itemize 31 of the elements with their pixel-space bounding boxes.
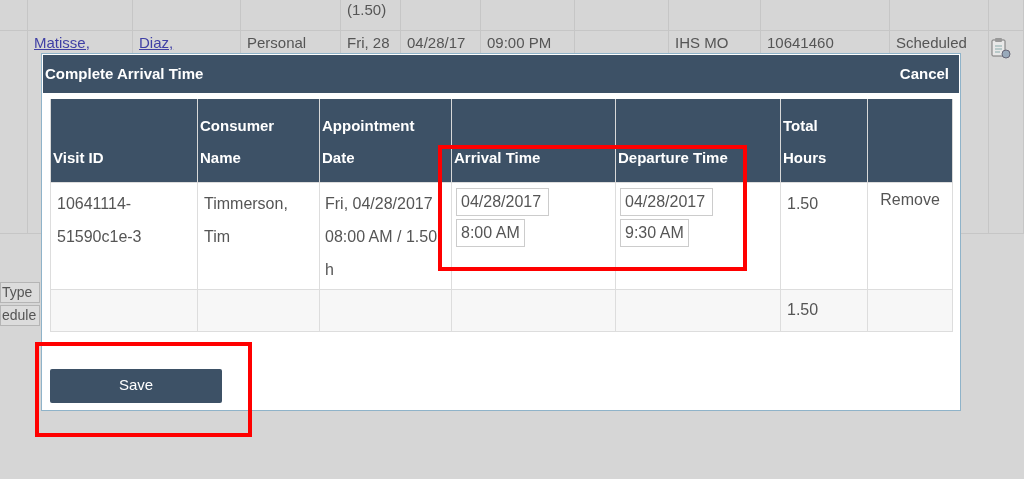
table-cell: Timmerson, Tim xyxy=(197,182,320,289)
filter-button[interactable]: Type xyxy=(0,282,40,303)
table-cell: Scheduled xyxy=(896,34,967,51)
table-cell: Fri, 04/28/2017 08:00 AM / 1.50 h xyxy=(319,182,452,289)
column-header: Consumer Name xyxy=(197,99,320,182)
total-hours: 1.50 xyxy=(787,301,819,318)
column-header: Total Hours xyxy=(780,99,868,182)
table-cell[interactable]: Matisse, xyxy=(34,34,90,51)
column-header: Departure Time xyxy=(615,99,781,182)
column-header: Arrival Time xyxy=(451,99,616,182)
column-header: Appointment Date xyxy=(319,99,452,182)
column-header: Visit ID xyxy=(50,99,198,182)
table-cell: 10641460 xyxy=(767,34,834,51)
cancel-button[interactable]: Cancel xyxy=(899,62,957,86)
text-field[interactable]: 04/28/2017 xyxy=(620,187,713,216)
table-cell[interactable]: Diaz, xyxy=(139,34,174,51)
text-field[interactable]: 8:00 AM xyxy=(456,218,525,247)
clipboard-icon[interactable] xyxy=(989,37,1011,59)
table-cell: 1.50 xyxy=(780,182,868,289)
table-cell: Fri, 28 xyxy=(347,34,390,51)
text-field[interactable]: 04/28/2017 xyxy=(456,187,549,216)
table-cell: IHS MO xyxy=(675,34,729,51)
table-cell: 09:00 PM xyxy=(487,34,552,51)
dialog-title: Complete Arrival Time xyxy=(45,63,204,84)
text-field[interactable]: 9:30 AM xyxy=(620,218,689,247)
table-cell: Personal xyxy=(247,34,307,51)
table-cell: (1.50) xyxy=(347,1,387,18)
table-cell: 10641114-51590c1e-3 xyxy=(50,182,198,289)
save-button[interactable]: Save xyxy=(50,368,222,403)
table-cell: 04/28/17 xyxy=(407,34,466,51)
filter-button[interactable]: edule xyxy=(0,305,40,326)
